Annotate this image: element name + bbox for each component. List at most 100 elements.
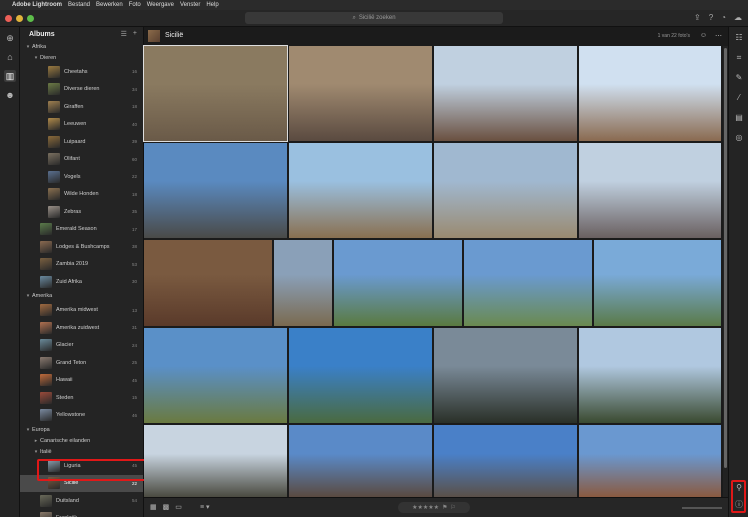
album-item[interactable]: Giraffen 18 bbox=[20, 98, 143, 116]
sort-menu[interactable]: ≡ ▾ bbox=[200, 503, 210, 511]
album-group[interactable]: ▸ Canarische eilanden bbox=[20, 435, 143, 446]
menu-foto[interactable]: Foto bbox=[129, 2, 141, 8]
album-group[interactable]: ▾ Italië bbox=[20, 446, 143, 457]
album-item[interactable]: Leeuwen 40 bbox=[20, 116, 143, 134]
edit-sliders-icon[interactable]: ☷ bbox=[733, 32, 745, 44]
photo-thumbnail[interactable] bbox=[144, 143, 287, 238]
album-item[interactable]: Emerald Season 17 bbox=[20, 221, 143, 239]
album-group[interactable]: ▾ Dieren bbox=[20, 52, 143, 63]
rating-stars[interactable]: ★★★★★ ⚑ ⚐ bbox=[398, 502, 470, 513]
photo-grid-view-icon[interactable]: ▦ bbox=[150, 503, 157, 511]
menu-help[interactable]: Help bbox=[206, 2, 218, 8]
people-icon[interactable]: ☻ bbox=[4, 89, 16, 101]
thumbnail-size-slider[interactable] bbox=[682, 507, 722, 509]
album-header: Sicilië 1 van 22 foto's ☺ ⋯ bbox=[144, 27, 728, 44]
menu-bewerken[interactable]: Bewerken bbox=[96, 2, 123, 8]
photo-thumbnail[interactable] bbox=[579, 328, 721, 423]
album-item[interactable]: Yellowstone 46 bbox=[20, 407, 143, 425]
album-group[interactable]: ▾ Europa bbox=[20, 424, 143, 435]
crop-icon[interactable]: ⌗ bbox=[733, 52, 745, 64]
album-item[interactable]: Frankrijk43 bbox=[20, 510, 143, 517]
library-icon[interactable]: ▥ bbox=[4, 70, 16, 82]
photo-thumbnail[interactable] bbox=[464, 240, 592, 326]
album-item[interactable]: Zuid Afrika 30 bbox=[20, 273, 143, 291]
photo-thumbnail[interactable] bbox=[144, 328, 287, 423]
star-rating[interactable]: ★★★★★ bbox=[412, 504, 439, 511]
help-icon[interactable]: ? bbox=[709, 13, 713, 22]
photo-thumbnail[interactable] bbox=[434, 46, 577, 141]
photo-thumbnail[interactable] bbox=[143, 45, 288, 142]
bell-icon[interactable]: ◔ bbox=[721, 13, 726, 22]
chevron-down-icon[interactable]: ▾ bbox=[24, 293, 32, 299]
menu-bestand[interactable]: Bestand bbox=[68, 2, 90, 8]
share-album-icon[interactable]: ☺ bbox=[700, 32, 707, 40]
flag-pick-icon[interactable]: ⚑ bbox=[442, 504, 447, 511]
square-grid-view-icon[interactable]: ▩ bbox=[163, 503, 170, 511]
album-count: 18 bbox=[131, 191, 137, 197]
album-item[interactable]: Glacier 24 bbox=[20, 337, 143, 355]
menu-weergave[interactable]: Weergave bbox=[147, 2, 174, 8]
album-thumbnail bbox=[48, 205, 60, 218]
brush-icon[interactable]: ⁄ bbox=[733, 92, 745, 104]
album-item[interactable]: Wilde Honden 18 bbox=[20, 186, 143, 204]
photo-thumbnail[interactable] bbox=[289, 46, 432, 141]
photo-thumbnail[interactable] bbox=[289, 425, 432, 497]
photo-thumbnail[interactable] bbox=[289, 143, 432, 238]
minimize-window-button[interactable] bbox=[16, 15, 23, 22]
gradient-icon[interactable]: ▤ bbox=[733, 112, 745, 124]
photo-thumbnail[interactable] bbox=[289, 328, 432, 423]
share-icon[interactable]: ⇪ bbox=[694, 13, 701, 22]
cloud-icon[interactable]: ☁ bbox=[734, 13, 742, 22]
home-icon[interactable]: ⌂ bbox=[4, 51, 16, 63]
close-window-button[interactable] bbox=[5, 15, 12, 22]
menu-venster[interactable]: Venster bbox=[180, 2, 200, 8]
album-item[interactable]: Diverse dieren 34 bbox=[20, 81, 143, 99]
photo-thumbnail[interactable] bbox=[434, 143, 577, 238]
photo-thumbnail[interactable] bbox=[274, 240, 332, 326]
photo-thumbnail[interactable] bbox=[334, 240, 462, 326]
chevron-down-icon[interactable]: ▾ bbox=[24, 427, 32, 433]
album-item[interactable]: Steden 15 bbox=[20, 389, 143, 407]
album-item[interactable]: Amerika zuidwest 31 bbox=[20, 319, 143, 337]
album-item[interactable]: Olifant 60 bbox=[20, 151, 143, 169]
album-thumbnail bbox=[40, 409, 52, 422]
photo-thumbnail[interactable] bbox=[579, 143, 721, 238]
flag-reject-icon[interactable]: ⚐ bbox=[450, 504, 455, 511]
photo-thumbnail[interactable] bbox=[434, 328, 577, 423]
album-group[interactable]: ▾ Afrika bbox=[20, 41, 143, 52]
healing-brush-icon[interactable]: ✎ bbox=[733, 72, 745, 84]
album-item[interactable]: Grand Teton 25 bbox=[20, 354, 143, 372]
album-item[interactable]: Cheetahs 16 bbox=[20, 63, 143, 81]
album-item[interactable]: Zebras 35 bbox=[20, 203, 143, 221]
single-view-icon[interactable]: ▭ bbox=[175, 503, 182, 511]
photo-thumbnail[interactable] bbox=[144, 240, 272, 326]
chevron-right-icon[interactable]: ▸ bbox=[32, 438, 40, 444]
album-group[interactable]: ▾ Amerika bbox=[20, 291, 143, 302]
list-view-icon[interactable]: ☰ bbox=[121, 30, 127, 38]
add-album-icon[interactable]: + bbox=[133, 30, 137, 38]
albums-panel-title: Albums bbox=[29, 30, 55, 38]
album-item[interactable]: Lodges & Bushcamps 38 bbox=[20, 238, 143, 256]
radial-icon[interactable]: ◎ bbox=[733, 132, 745, 144]
photo-thumbnail[interactable] bbox=[579, 46, 721, 141]
add-photos-icon[interactable]: ⊕ bbox=[4, 32, 16, 44]
album-item[interactable]: Vogels 22 bbox=[20, 168, 143, 186]
album-item[interactable]: Duitsland 54 bbox=[20, 492, 143, 510]
menu-app-name[interactable]: Adobe Lightroom bbox=[12, 2, 62, 8]
scrollbar-thumb[interactable] bbox=[724, 48, 727, 468]
album-item[interactable]: Zambia 2019 53 bbox=[20, 256, 143, 274]
photo-thumbnail[interactable] bbox=[144, 425, 287, 497]
chevron-down-icon[interactable]: ▾ bbox=[32, 449, 40, 455]
chevron-down-icon[interactable]: ▾ bbox=[32, 55, 40, 61]
zoom-window-button[interactable] bbox=[27, 15, 34, 22]
album-item[interactable]: Amerika midwest 13 bbox=[20, 302, 143, 320]
album-item[interactable]: Hawaii 45 bbox=[20, 372, 143, 390]
chevron-down-icon[interactable]: ▾ bbox=[24, 44, 32, 50]
album-item[interactable]: Luipaard 39 bbox=[20, 133, 143, 151]
photo-thumbnail[interactable] bbox=[434, 425, 577, 497]
search-input[interactable]: ⌕ Sicilië zoeken bbox=[245, 12, 503, 24]
album-thumbnail bbox=[40, 240, 52, 253]
more-options-icon[interactable]: ⋯ bbox=[715, 32, 722, 40]
photo-thumbnail[interactable] bbox=[594, 240, 721, 326]
photo-thumbnail[interactable] bbox=[579, 425, 721, 497]
